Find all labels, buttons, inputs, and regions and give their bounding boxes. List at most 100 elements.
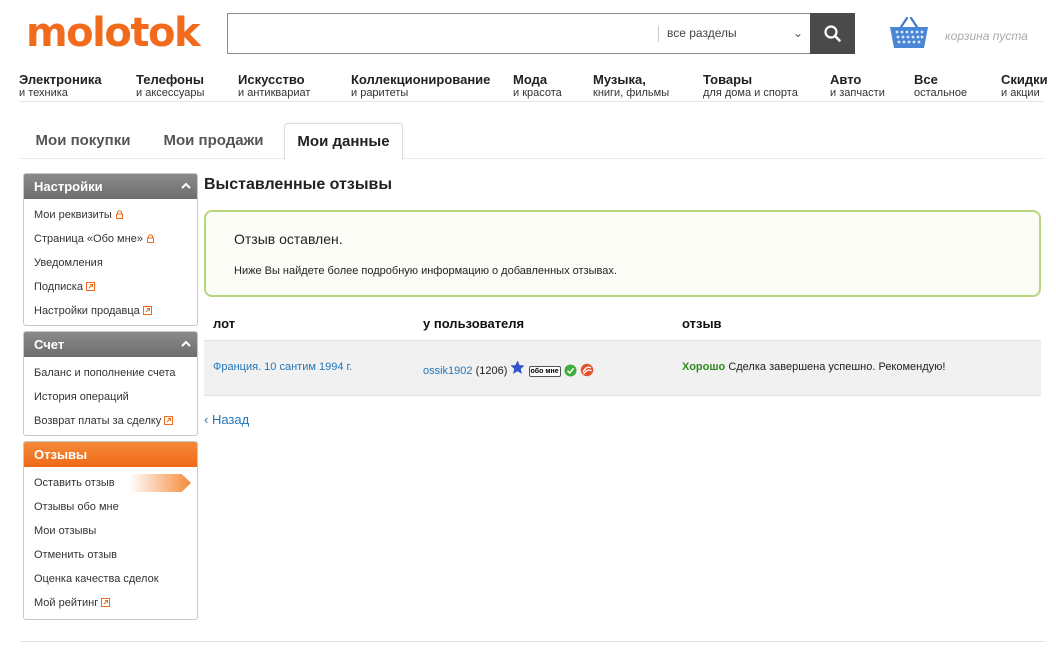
notice-title: Отзыв оставлен. bbox=[234, 231, 343, 247]
table-row: Франция. 10 сантим 1994 г. ossik1902 (12… bbox=[204, 340, 1041, 396]
search-button[interactable] bbox=[810, 13, 855, 54]
rating-good: Хорошо bbox=[682, 361, 726, 373]
sidebar-item-label: Отзывы обо мне bbox=[34, 501, 119, 513]
nav-item-subtitle: и запчасти bbox=[830, 87, 885, 99]
feedback-panel-header[interactable]: Отзывы bbox=[24, 442, 197, 467]
nav-item-subtitle: и аксессуары bbox=[136, 87, 205, 99]
about-me-badge[interactable]: обо мне bbox=[528, 366, 561, 377]
tab-my-sales[interactable]: Мои продажи bbox=[155, 123, 272, 159]
nav-item-subtitle: и акции bbox=[1001, 87, 1040, 99]
nav-item-title: Скидки bbox=[1001, 72, 1048, 87]
lot-link[interactable]: Франция. 10 сантим 1994 г. bbox=[213, 361, 352, 373]
search-input[interactable] bbox=[228, 14, 656, 53]
nav-item-subtitle: и раритеты bbox=[351, 87, 409, 99]
nav-item-fashion[interactable]: Мода и красота bbox=[513, 72, 562, 99]
nav-item-subtitle: и антиквариат bbox=[238, 87, 311, 99]
nav-item-title: Авто bbox=[830, 72, 862, 87]
nav-item-auto[interactable]: Авто и запчасти bbox=[830, 72, 885, 99]
nav-item-electronics[interactable]: Электроника и техника bbox=[19, 72, 102, 99]
tab-my-purchases[interactable]: Мои покупки bbox=[28, 123, 138, 159]
nav-item-title: Товары bbox=[703, 72, 753, 87]
sidebar-item-label: Оценка качества сделок bbox=[34, 573, 159, 585]
review-comment: Сделка завершена успешно. Рекомендую! bbox=[728, 361, 946, 373]
sidebar-item-fee-refund[interactable]: Возврат платы за сделку bbox=[24, 409, 197, 433]
sidebar-item-label: Настройки продавца bbox=[34, 305, 140, 317]
nav-item-subtitle: для дома и спорта bbox=[703, 87, 798, 99]
user-score: (1206) bbox=[475, 365, 508, 377]
sidebar-item-label: Оставить отзыв bbox=[34, 477, 115, 489]
nav-item-home[interactable]: Товары для дома и спорта bbox=[703, 72, 798, 99]
nav-item-music[interactable]: Музыка, книги, фильмы bbox=[593, 72, 669, 99]
nav-item-title: Мода bbox=[513, 72, 548, 87]
sidebar-item-label: Отменить отзыв bbox=[34, 549, 118, 561]
molotok-logo[interactable]: molotok bbox=[26, 10, 201, 56]
nav-item-art[interactable]: Искусство и антиквариат bbox=[238, 72, 310, 99]
account-panel-title: Счет bbox=[34, 337, 65, 352]
column-header-review: отзыв bbox=[682, 316, 722, 331]
search-category-select[interactable]: все разделы ⌄ bbox=[659, 14, 811, 53]
cart-status[interactable]: корзина пуста bbox=[945, 29, 1028, 43]
nav-item-other[interactable]: Все остальное bbox=[914, 72, 967, 99]
star-icon bbox=[510, 360, 525, 374]
sidebar-item-label: Уведомления bbox=[34, 257, 103, 269]
chevron-up-icon[interactable] bbox=[181, 339, 191, 349]
nav-item-subtitle: и техника bbox=[19, 87, 68, 99]
search-category-label: все разделы bbox=[667, 26, 737, 40]
lock-icon bbox=[115, 210, 123, 219]
sidebar-item-label: Баланс и пополнение счета bbox=[34, 367, 176, 379]
nav-item-title: Все bbox=[914, 72, 938, 87]
feedback-panel: Отзывы Оставить отзыв Отзывы обо мне Мои… bbox=[23, 441, 198, 620]
sidebar-item-my-feedback[interactable]: Мои отзывы bbox=[24, 519, 197, 543]
seller-badge-icon bbox=[580, 363, 593, 377]
sidebar-item-notifications[interactable]: Уведомления bbox=[24, 251, 197, 275]
account-panel: Счет Баланс и пополнение счета История о… bbox=[23, 331, 198, 436]
back-link[interactable]: ‹ Назад bbox=[204, 412, 249, 427]
chevron-up-icon[interactable] bbox=[181, 181, 191, 191]
sidebar-item-subscription[interactable]: Подписка bbox=[24, 275, 197, 299]
search-icon bbox=[824, 25, 841, 42]
sidebar-item-cancel-feedback[interactable]: Отменить отзыв bbox=[24, 543, 197, 567]
sidebar-item-seller-settings[interactable]: Настройки продавца bbox=[24, 299, 197, 323]
nav-item-collecting[interactable]: Коллекционирование и раритеты bbox=[351, 72, 490, 99]
sidebar-item-label: Страница «Обо мне» bbox=[34, 233, 143, 245]
tab-my-data[interactable]: Мои данные bbox=[284, 123, 403, 160]
notice-text: Ниже Вы найдете более подробную информац… bbox=[234, 265, 617, 277]
sidebar-item-label: Подписка bbox=[34, 281, 83, 293]
nav-item-title: Электроника bbox=[19, 72, 102, 87]
account-panel-header[interactable]: Счет bbox=[24, 332, 197, 357]
external-link-icon bbox=[142, 306, 152, 315]
nav-item-title: Искусство bbox=[238, 72, 305, 87]
sidebar-item-my-rating[interactable]: Мой рейтинг bbox=[24, 591, 197, 615]
sidebar-item-leave-feedback[interactable]: Оставить отзыв bbox=[24, 471, 197, 495]
footer-divider bbox=[20, 641, 1045, 642]
sidebar-item-about-page[interactable]: Страница «Обо мне» bbox=[24, 227, 197, 251]
success-notice: Отзыв оставлен. Ниже Вы найдете более по… bbox=[204, 210, 1041, 297]
lock-icon bbox=[146, 234, 154, 243]
nav-item-discounts[interactable]: Скидки и акции bbox=[1001, 72, 1048, 99]
nav-item-subtitle: книги, фильмы bbox=[593, 87, 670, 99]
nav-item-subtitle: остальное bbox=[914, 87, 968, 99]
basket-icon[interactable] bbox=[888, 16, 930, 50]
category-nav: Электроника и техника Телефоны и аксессуар… bbox=[19, 72, 1048, 102]
sidebar-item-label: Возврат платы за сделку bbox=[34, 415, 162, 427]
sidebar-item-feedback-about-me[interactable]: Отзывы обо мне bbox=[24, 495, 197, 519]
search-bar: все разделы ⌄ bbox=[227, 13, 855, 54]
external-link-icon bbox=[85, 282, 95, 291]
nav-item-title: Коллекционирование bbox=[351, 72, 491, 87]
sidebar-item-balance[interactable]: Баланс и пополнение счета bbox=[24, 361, 197, 385]
settings-panel-header[interactable]: Настройки bbox=[24, 174, 197, 199]
sidebar-item-history[interactable]: История операций bbox=[24, 385, 197, 409]
nav-item-phones[interactable]: Телефоны и аксессуары bbox=[136, 72, 204, 99]
nav-item-subtitle: и красота bbox=[513, 87, 562, 99]
sidebar-item-label: Мои реквизиты bbox=[34, 209, 112, 221]
verified-check-icon bbox=[564, 364, 577, 377]
nav-item-title: Телефоны bbox=[136, 72, 204, 87]
user-link[interactable]: ossik1902 bbox=[423, 365, 473, 377]
settings-panel: Настройки Мои реквизиты Страница «Обо мн… bbox=[23, 173, 198, 326]
sidebar-item-my-details[interactable]: Мои реквизиты bbox=[24, 203, 197, 227]
external-link-icon bbox=[101, 598, 111, 607]
nav-item-title: Музыка, bbox=[593, 72, 646, 87]
column-header-user: у пользователя bbox=[423, 316, 525, 331]
column-header-lot: лот bbox=[213, 316, 236, 331]
sidebar-item-deal-quality[interactable]: Оценка качества сделок bbox=[24, 567, 197, 591]
